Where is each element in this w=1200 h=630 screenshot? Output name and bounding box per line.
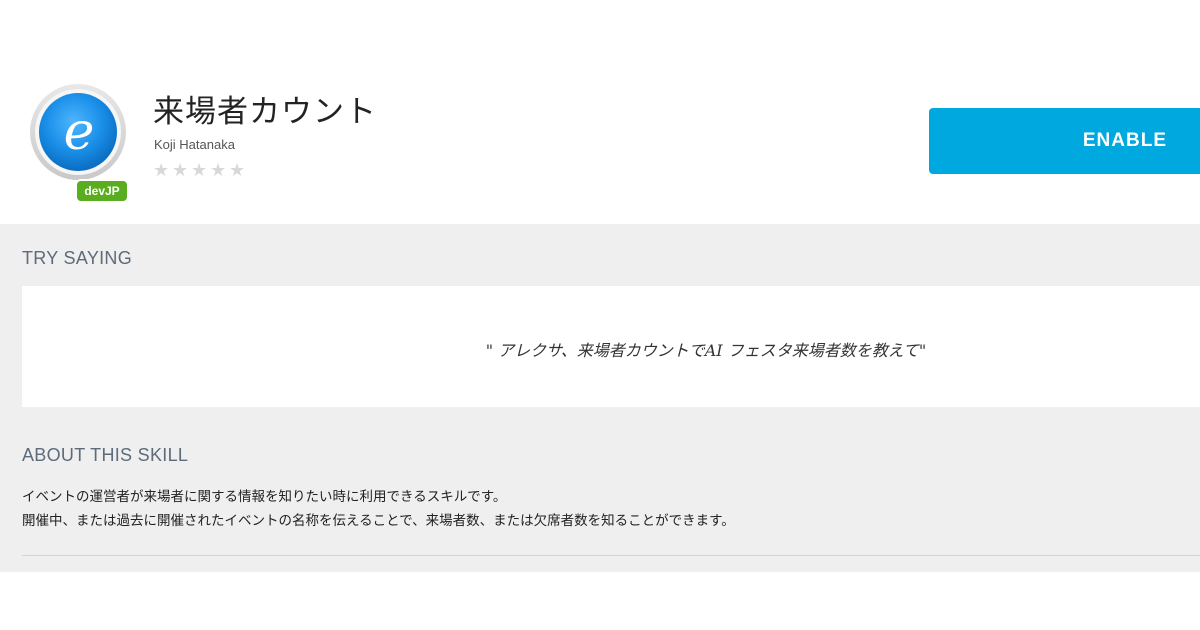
star-icon: ★: [153, 160, 170, 181]
enable-button[interactable]: ENABLE: [929, 108, 1200, 174]
skill-icon: e: [29, 83, 127, 181]
divider: [22, 555, 1200, 556]
e-letter-icon: e: [30, 84, 126, 180]
try-saying-heading: TRY SAYING: [22, 248, 133, 268]
try-saying-box: " アレクサ、来場者カウントでAI フェスタ来場者数を教えて": [22, 286, 1200, 407]
skill-details: TRY SAYING " アレクサ、来場者カウントでAI フェスタ来場者数を教え…: [0, 224, 1200, 572]
about-description: イベントの運営者が来場者に関する情報を知りたい時に利用できるスキルです。 開催中…: [22, 485, 735, 533]
star-icon: ★: [172, 160, 189, 181]
sample-utterance: " アレクサ、来場者カウントでAI フェスタ来場者数を教えて": [485, 340, 927, 360]
about-heading: ABOUT THIS SKILL: [22, 445, 189, 465]
skill-title: 来場者カウント: [153, 94, 377, 130]
about-line: イベントの運営者が来場者に関する情報を知りたい時に利用できるスキルです。: [22, 489, 507, 505]
star-icon: ★: [210, 160, 227, 181]
skill-page: e devJP 来場者カウント Koji Hatanaka ★ ★ ★ ★ ★ …: [0, 0, 1200, 630]
svg-text:e: e: [64, 102, 95, 162]
dev-badge: devJP: [77, 181, 127, 201]
star-icon: ★: [191, 160, 208, 181]
about-line: 開催中、または過去に開催されたイベントの名称を伝えることで、来場者数、または欠席…: [22, 513, 735, 529]
star-icon: ★: [229, 160, 246, 181]
star-rating: ★ ★ ★ ★ ★: [153, 162, 247, 180]
skill-author: Koji Hatanaka: [154, 137, 235, 152]
skill-header: e devJP 来場者カウント Koji Hatanaka ★ ★ ★ ★ ★ …: [0, 0, 1200, 224]
